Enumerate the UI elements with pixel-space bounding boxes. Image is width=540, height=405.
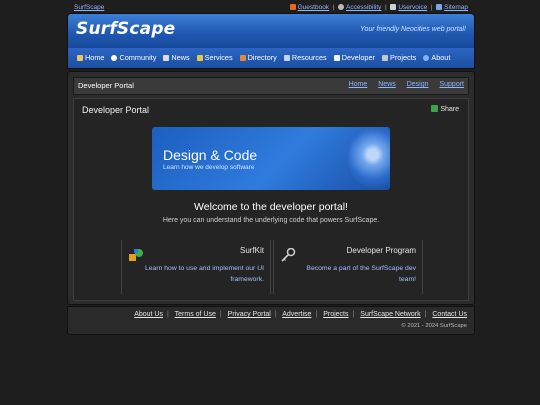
section-title: Developer Portal: [78, 81, 134, 90]
top-links: Guestbook | Accessibility | Uservoice | …: [289, 3, 468, 13]
copyright: © 2021 - 2024 SurfScape: [401, 323, 467, 329]
nav-label: Resources: [291, 53, 327, 62]
site-banner: SurfScape Your friendly Neocities web po…: [67, 13, 475, 49]
chat-icon: [111, 55, 118, 61]
nav-item-home[interactable]: Home: [77, 48, 104, 68]
separator: |: [219, 311, 222, 318]
nav-item-about[interactable]: About: [423, 48, 450, 68]
nav-item-directory[interactable]: Directory: [239, 48, 277, 68]
card-desc[interactable]: Learn how to use and implement our UI fr…: [144, 263, 264, 285]
section-link-support[interactable]: Support: [439, 81, 464, 88]
nav-item-projects[interactable]: Projects: [381, 48, 417, 68]
card-title: Developer Program: [346, 246, 416, 255]
section-header: Developer Portal Home News Design Suppor…: [73, 77, 469, 95]
resources-icon: [283, 55, 290, 61]
site-tagline: Your friendly Neocities web portal!: [360, 26, 466, 33]
card-title: SurfKit: [239, 246, 264, 255]
panel-title: Developer Portal: [82, 105, 150, 115]
separator: |: [166, 311, 169, 318]
nav-label: About: [431, 53, 451, 62]
guestbook-link[interactable]: Guestbook: [298, 4, 329, 11]
footer-link-projects[interactable]: Projects: [323, 311, 348, 318]
projects-icon: [381, 55, 388, 61]
footer-link-contact[interactable]: Contact Us: [432, 311, 467, 318]
card-surfkit[interactable]: SurfKit Learn how to use and implement o…: [121, 240, 271, 294]
footer-link-network[interactable]: SurfScape Network: [360, 311, 420, 318]
nav-label: Directory: [247, 53, 277, 62]
card-desc[interactable]: Become a part of the SurfScape dev team!: [296, 263, 416, 285]
developer-icon: [333, 55, 340, 61]
top-bar: SurfScape Guestbook | Accessibility | Us…: [74, 3, 468, 13]
directory-icon: [239, 55, 246, 61]
welcome-text: Here you can understand the underlying c…: [162, 217, 380, 224]
nav-label: Services: [204, 53, 233, 62]
developer-panel: Developer Portal Share Design & Code Lea…: [73, 98, 469, 301]
key-icon: [281, 248, 296, 262]
newspaper-icon: [163, 55, 170, 61]
site-logo[interactable]: SurfScape: [76, 19, 175, 39]
nav-item-resources[interactable]: Resources: [283, 48, 327, 68]
about-icon: [423, 55, 430, 61]
footer-link-advertise[interactable]: Advertise: [282, 311, 311, 318]
separator: |: [274, 311, 277, 318]
footer-link-privacy[interactable]: Privacy Portal: [228, 311, 271, 318]
share-label: Share: [440, 106, 459, 113]
nav-label: Community: [119, 53, 157, 62]
main-content: Developer Portal Home News Design Suppor…: [67, 71, 475, 305]
card-developer-program[interactable]: Developer Program Become a part of the S…: [273, 240, 423, 294]
footer-link-about[interactable]: About Us: [134, 311, 163, 318]
nav-item-developer[interactable]: Developer: [333, 48, 375, 68]
feature-cards: SurfKit Learn how to use and implement o…: [121, 240, 423, 294]
main-nav: Home Community News Services Directory R…: [67, 48, 475, 69]
sitemap-icon: [436, 4, 443, 10]
surfkit-icon: [129, 249, 143, 261]
globe-graphic: [348, 127, 390, 190]
welcome-heading: Welcome to the developer portal!: [194, 201, 348, 213]
pencil-icon: [390, 4, 397, 10]
home-icon: [77, 55, 83, 61]
accessibility-link[interactable]: Accessibility: [346, 4, 381, 11]
nav-label: News: [171, 53, 190, 62]
nav-item-news[interactable]: News: [163, 48, 190, 68]
sitemap-link[interactable]: Sitemap: [444, 4, 468, 11]
nav-label: Developer: [341, 53, 375, 62]
hero-title: Design & Code: [163, 147, 258, 163]
share-button[interactable]: Share: [431, 105, 459, 113]
section-link-home[interactable]: Home: [349, 81, 368, 88]
nav-item-services[interactable]: Services: [196, 48, 233, 68]
nav-item-community[interactable]: Community: [111, 48, 156, 68]
flag-icon: [289, 4, 296, 10]
separator: |: [424, 311, 427, 318]
share-icon: [431, 105, 439, 112]
site-home-link[interactable]: SurfScape: [74, 3, 104, 13]
separator: |: [315, 311, 318, 318]
globe-icon: [337, 4, 344, 10]
footer-links: About Us | Terms of Use | Privacy Portal | …: [134, 311, 467, 318]
site-footer: About Us | Terms of Use | Privacy Portal | …: [67, 306, 475, 335]
hero-subtitle: Learn how we develop software: [163, 164, 255, 171]
section-link-design[interactable]: Design: [407, 81, 429, 88]
uservoice-link[interactable]: Uservoice: [398, 4, 427, 11]
hero-banner: Design & Code Learn how we develop softw…: [152, 127, 390, 190]
services-icon: [196, 55, 203, 61]
nav-label: Home: [85, 53, 105, 62]
section-links: Home News Design Support: [340, 81, 464, 88]
nav-label: Projects: [389, 53, 417, 62]
separator: |: [352, 311, 355, 318]
footer-link-terms[interactable]: Terms of Use: [175, 311, 216, 318]
section-link-news[interactable]: News: [378, 81, 396, 88]
